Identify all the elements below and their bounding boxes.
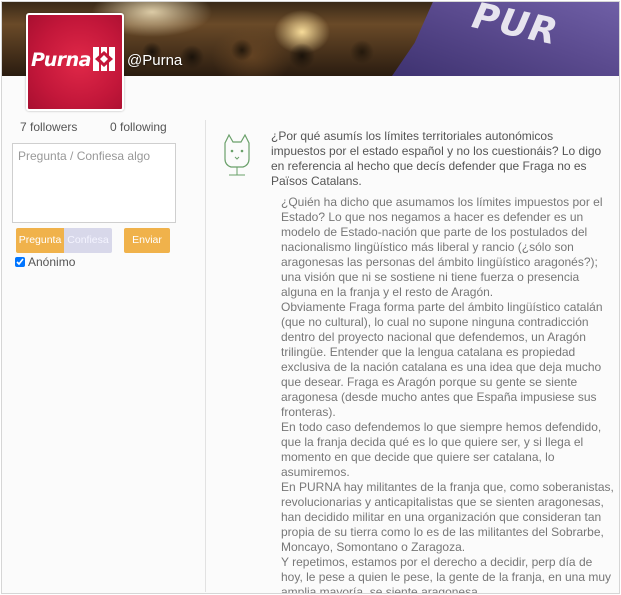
ask-mode-toggle: Pregunta Confiesa — [16, 228, 112, 253]
question-input[interactable] — [12, 143, 176, 223]
answer-paragraph: En PURNA hay militantes de la franja que… — [281, 480, 614, 554]
answer-paragraph: Obviamente Fraga forma parte del ámbito … — [281, 300, 603, 419]
anonymous-checkbox[interactable] — [15, 257, 25, 267]
question-text: ¿Por qué asumís los límites territoriale… — [271, 129, 602, 188]
logo-text: Purna — [31, 49, 92, 71]
followers-count[interactable]: 7 followers — [20, 120, 77, 134]
answer-paragraph: Y repetimos, estamos por el derecho a de… — [281, 555, 612, 594]
anonymous-option[interactable]: Anónimo — [15, 255, 75, 269]
profile-page: PUR Purna @Purna 7 followers 0 following… — [1, 1, 620, 594]
mode-confess-button[interactable]: Confiesa — [64, 228, 112, 253]
avatar[interactable]: Purna — [26, 13, 124, 111]
column-divider — [205, 120, 206, 592]
following-count[interactable]: 0 following — [110, 120, 167, 134]
answer-paragraph: En todo caso defendemos lo que siempre h… — [281, 420, 602, 479]
send-button[interactable]: Enviar — [124, 228, 170, 253]
answer-paragraph: ¿Quién ha dicho que asumamos los límites… — [281, 195, 603, 299]
mode-question-button[interactable]: Pregunta — [16, 228, 64, 253]
cat-outline-icon — [224, 133, 250, 176]
answer-text: ¿Quién ha dicho que asumamos los límites… — [281, 195, 615, 594]
purna-logo-icon — [93, 47, 115, 71]
anonymous-label: Anónimo — [28, 255, 76, 269]
username[interactable]: @Purna — [127, 52, 182, 69]
